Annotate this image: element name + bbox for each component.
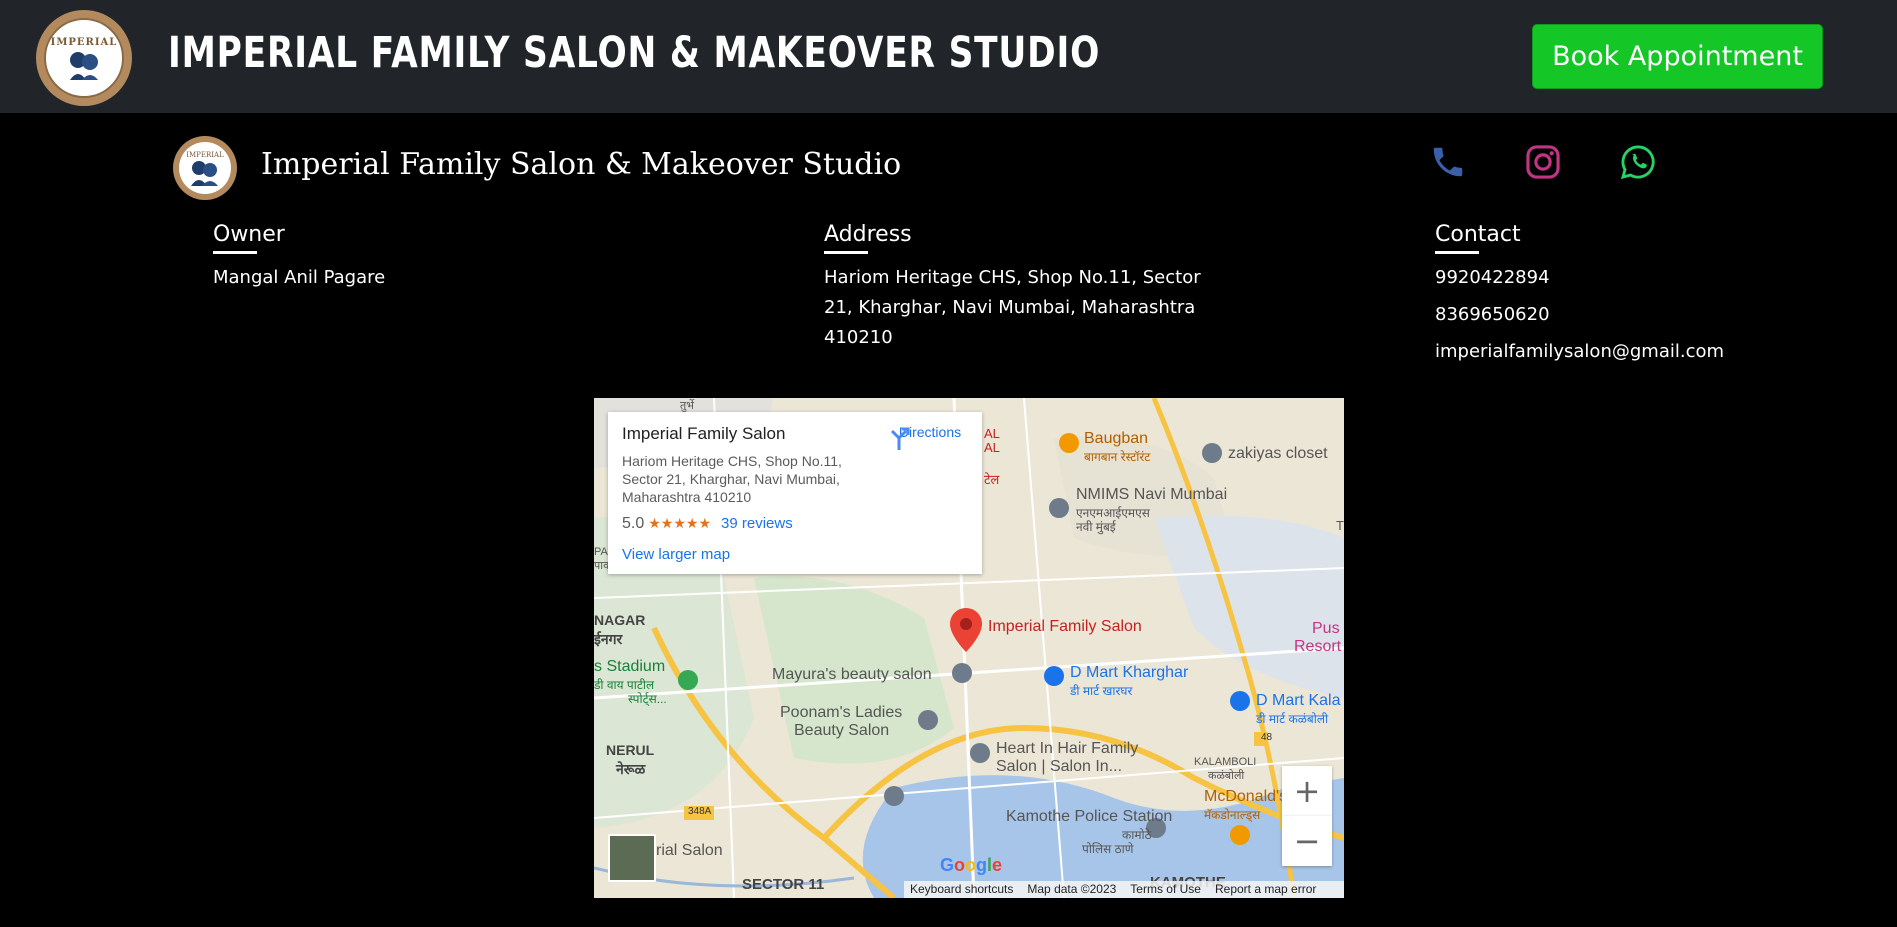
heading-underline [824, 251, 868, 254]
contact-section: Contact 9920422894 8369650620 imperialfa… [1435, 222, 1724, 367]
address-section: Address Hariom Heritage CHS, Shop No.11,… [824, 222, 1201, 353]
map-label: कळंबोली [1208, 770, 1245, 782]
map-data-label: Map data ©2023 [1027, 882, 1117, 896]
keyboard-shortcuts-link[interactable]: Keyboard shortcuts [910, 882, 1013, 897]
map-label: McDonald's [1204, 788, 1288, 805]
report-map-error-link[interactable]: Report a map error [1215, 882, 1316, 897]
map-label: SECTOR 11 [742, 876, 825, 893]
google-logo: Google [940, 855, 1003, 875]
map-marker-label[interactable]: Imperial Family Salon [988, 618, 1142, 636]
contact-email[interactable]: imperialfamilysalon@gmail.com [1435, 337, 1724, 367]
google-map-embed[interactable]: Baugban बागबान रेस्टॉरंट zakiyas closet … [594, 398, 1344, 898]
map-label: KALAMBOLI [1194, 756, 1257, 768]
map-label: Salon | Salon In... [996, 758, 1123, 775]
map-label: rial Salon [656, 842, 723, 859]
map-label: तुर्भे [680, 400, 695, 412]
owner-section: Owner Mangal Anil Pagare [213, 222, 385, 293]
map-label: टेल [984, 472, 1000, 487]
map-label: Pus [1312, 620, 1340, 637]
map-label: नवी मुंबई [1076, 520, 1116, 534]
map-attribution-bar: Keyboard shortcuts Map data ©2023 Terms … [904, 881, 1344, 898]
map-label: स्पोर्ट्स... [628, 692, 667, 706]
map-label: बागबान रेस्टॉरंट [1084, 450, 1151, 464]
top-navbar: IMPERIAL IMPERIAL FAMILY SALON & MAKEOVE… [0, 0, 1897, 113]
map-label: D Mart Kharghar [1070, 664, 1189, 681]
map-label: नेरूळ [616, 761, 646, 777]
owner-heading: Owner [213, 222, 285, 247]
map-label: डी मार्ट खारघर [1070, 684, 1133, 698]
highway-shield: 48 [1261, 732, 1273, 743]
map-label: zakiyas closet [1228, 445, 1328, 462]
map-label: Resort [1294, 638, 1342, 655]
logo-figures-icon [70, 51, 98, 80]
map-label: Heart In Hair Family [996, 740, 1139, 757]
heading-underline [1435, 251, 1479, 254]
zoom-in-button[interactable]: + [1282, 766, 1332, 816]
contact-phone-2[interactable]: 8369650620 [1435, 300, 1724, 330]
map-label: D Mart Kala [1256, 692, 1341, 709]
map-label: s Stadium [594, 658, 666, 675]
map-label: NAGAR [594, 612, 646, 628]
reviews-link[interactable]: 39 reviews [721, 515, 793, 532]
logo-text: IMPERIAL [50, 36, 118, 48]
terms-of-use-link[interactable]: Terms of Use [1130, 882, 1201, 897]
footer-logo-text: IMPERIAL [186, 151, 224, 159]
map-label: डी मार्ट कळंबोली [1256, 712, 1329, 726]
place-info-card: Imperial Family Salon Hariom Heritage CH… [608, 412, 982, 574]
directions-button[interactable]: Directions [886, 424, 974, 450]
rating-stars-icon: ★★★★★ [648, 515, 712, 531]
contact-phone-1[interactable]: 9920422894 [1435, 263, 1724, 293]
address-line-3: 410210 [824, 327, 893, 348]
map-label: PA [594, 546, 608, 558]
place-name: Imperial Family Salon [622, 424, 786, 443]
map-label: Kamothe Police Station [1006, 808, 1173, 825]
site-title: IMPERIAL FAMILY SALON & MAKEOVER STUDIO [168, 28, 1101, 78]
view-larger-map-link[interactable]: View larger map [622, 546, 730, 563]
map-label: NMIMS Navi Mumbai [1076, 486, 1228, 503]
logo-figures-icon: IMPERIAL [186, 151, 224, 186]
map-label: T [1336, 518, 1344, 533]
whatsapp-icon[interactable] [1618, 142, 1658, 182]
map-label: AL [984, 440, 1000, 455]
contact-heading: Contact [1435, 222, 1521, 247]
address-heading: Address [824, 222, 912, 247]
map-label: पाव [594, 560, 610, 572]
zoom-out-button[interactable]: − [1282, 816, 1332, 866]
map-label: मॅकडोनाल्ड्स [1204, 808, 1261, 822]
place-address: Hariom Heritage CHS, Shop No.11, Sector … [622, 453, 842, 505]
footer-logo: IMPERIAL [173, 136, 237, 200]
footer-business-name: Imperial Family Salon & Makeover Studio [261, 147, 902, 182]
map-label: NERUL [606, 742, 655, 758]
instagram-icon[interactable] [1523, 142, 1563, 182]
satellite-toggle-button[interactable] [608, 834, 656, 882]
address-line-2: 21, Kharghar, Navi Mumbai, Maharashtra [824, 297, 1196, 318]
highway-shield: 348A [688, 806, 712, 817]
address-line-1: Hariom Heritage CHS, Shop No.11, Sector [824, 267, 1201, 288]
map-label: ईनगर [594, 631, 623, 647]
map-label: Poonam's Ladies [780, 704, 903, 721]
place-rating: 5.0 ★★★★★ 39 reviews [622, 515, 793, 533]
phone-icon[interactable] [1428, 142, 1468, 182]
map-label: Beauty Salon [794, 722, 890, 739]
salon-logo[interactable]: IMPERIAL [36, 10, 132, 106]
book-appointment-button[interactable]: Book Appointment [1532, 24, 1823, 89]
heading-underline [213, 251, 257, 254]
map-label: Baugban [1084, 430, 1149, 447]
map-label: पोलिस ठाणे [1082, 842, 1134, 856]
map-label: AL [984, 426, 1000, 441]
map-label: Mayura's beauty salon [772, 666, 932, 683]
owner-name: Mangal Anil Pagare [213, 267, 386, 288]
rating-value: 5.0 [622, 515, 645, 532]
